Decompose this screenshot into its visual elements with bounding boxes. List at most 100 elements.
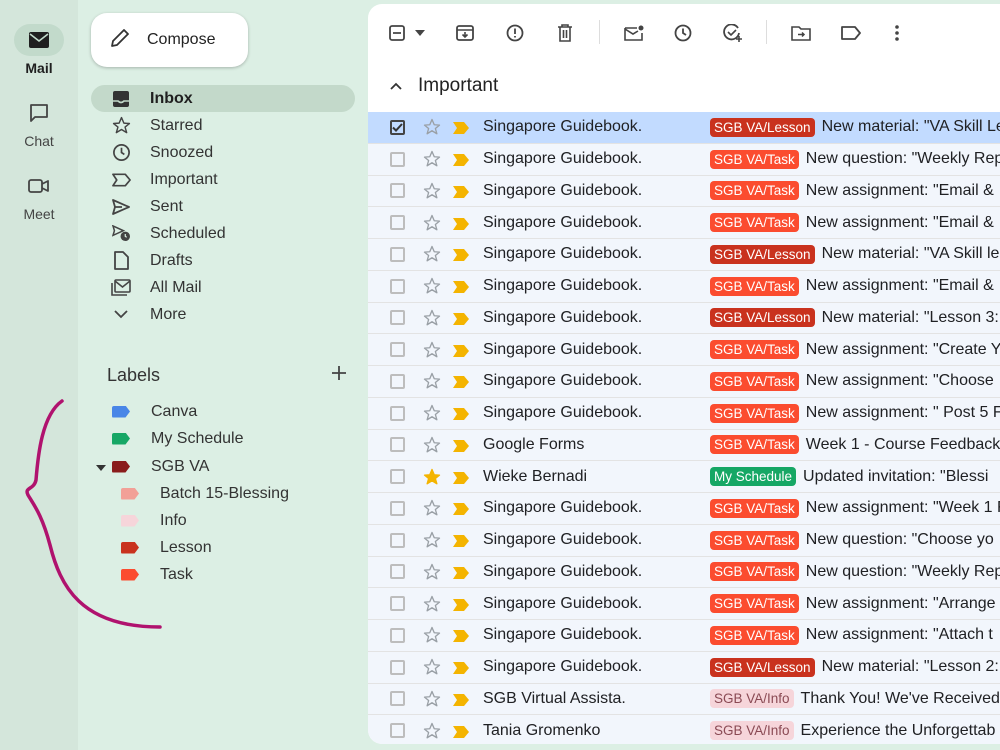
email-row[interactable]: Singapore Guidebook. SGB VA/Lesson New mat… bbox=[368, 239, 1000, 271]
star-icon[interactable] bbox=[423, 690, 441, 708]
star-icon[interactable] bbox=[423, 563, 441, 581]
email-label-chip[interactable]: SGB VA/Task bbox=[710, 594, 799, 614]
rail-mail[interactable]: Mail bbox=[0, 24, 78, 76]
row-checkbox[interactable] bbox=[390, 310, 405, 326]
star-icon[interactable] bbox=[423, 214, 441, 232]
email-label-chip[interactable]: SGB VA/Task bbox=[710, 181, 799, 201]
add-label-icon[interactable] bbox=[331, 365, 347, 386]
email-label-chip[interactable]: SGB VA/Task bbox=[710, 340, 799, 360]
star-icon[interactable] bbox=[423, 658, 441, 676]
important-marker-icon[interactable] bbox=[453, 312, 469, 325]
important-marker-icon[interactable] bbox=[453, 153, 469, 167]
email-label-chip[interactable]: SGB VA/Info bbox=[710, 721, 794, 741]
chevron-up-icon[interactable] bbox=[390, 77, 402, 95]
nav-item-important[interactable]: Important bbox=[91, 166, 355, 193]
star-icon[interactable] bbox=[423, 245, 441, 263]
email-label-chip[interactable]: SGB VA/Lesson bbox=[710, 244, 815, 264]
important-marker-icon[interactable] bbox=[453, 248, 469, 262]
email-row[interactable]: Tania Gromenko SGB VA/Info Experience the … bbox=[368, 715, 1000, 744]
email-label-chip[interactable]: My Schedule bbox=[710, 467, 797, 487]
email-label-chip[interactable]: SGB VA/Lesson bbox=[710, 308, 815, 328]
star-icon[interactable] bbox=[423, 372, 441, 390]
important-marker-icon[interactable] bbox=[453, 185, 469, 198]
report-spam-icon[interactable] bbox=[504, 22, 526, 44]
important-marker-icon[interactable] bbox=[453, 375, 469, 389]
compose-button[interactable]: Compose bbox=[91, 13, 248, 67]
email-label-chip[interactable]: SGB VA/Task bbox=[710, 530, 799, 550]
nav-item-scheduled[interactable]: Scheduled bbox=[91, 220, 355, 247]
row-checkbox[interactable] bbox=[390, 596, 405, 612]
nav-item-inbox[interactable]: Inbox bbox=[91, 85, 355, 112]
star-icon[interactable] bbox=[423, 150, 441, 168]
archive-icon[interactable] bbox=[454, 22, 476, 44]
star-icon[interactable] bbox=[423, 277, 441, 295]
star-icon[interactable] bbox=[423, 118, 441, 136]
delete-icon[interactable] bbox=[554, 22, 576, 44]
star-icon[interactable] bbox=[423, 626, 441, 644]
email-label-chip[interactable]: SGB VA/Lesson bbox=[710, 657, 815, 677]
nav-item-all-mail[interactable]: All Mail bbox=[91, 274, 355, 301]
important-marker-icon[interactable] bbox=[453, 725, 469, 738]
email-row[interactable]: SGB Virtual Assista. SGB VA/Info Thank You… bbox=[368, 683, 1000, 716]
email-label-chip[interactable]: SGB VA/Task bbox=[710, 435, 799, 455]
row-checkbox[interactable] bbox=[390, 215, 405, 231]
important-marker-icon[interactable] bbox=[453, 534, 469, 548]
email-row[interactable]: Singapore Guidebook. SGB VA/Task New quest… bbox=[368, 524, 1000, 557]
row-checkbox[interactable] bbox=[390, 500, 405, 516]
email-label-chip[interactable]: SGB VA/Task bbox=[710, 371, 799, 391]
add-task-icon[interactable] bbox=[722, 22, 744, 44]
email-label-chip[interactable]: SGB VA/Task bbox=[710, 213, 799, 233]
rail-chat[interactable]: Chat bbox=[0, 97, 78, 149]
star-icon[interactable] bbox=[423, 309, 441, 327]
email-row[interactable]: Singapore Guidebook. SGB VA/Task New assig… bbox=[368, 493, 1000, 525]
select-dropdown-icon[interactable] bbox=[409, 22, 431, 44]
row-checkbox[interactable] bbox=[390, 119, 405, 135]
label-icon[interactable] bbox=[840, 22, 862, 44]
important-marker-icon[interactable] bbox=[453, 471, 469, 484]
email-row[interactable]: Singapore Guidebook. SGB VA/Task New assig… bbox=[368, 366, 1000, 398]
nav-item-more[interactable]: More bbox=[91, 301, 355, 328]
important-marker-icon[interactable] bbox=[453, 121, 469, 135]
email-label-chip[interactable]: SGB VA/Task bbox=[710, 625, 799, 645]
row-checkbox[interactable] bbox=[390, 278, 405, 294]
star-icon[interactable] bbox=[423, 436, 441, 454]
important-marker-icon[interactable] bbox=[453, 502, 469, 516]
email-row[interactable]: Singapore Guidebook. SGB VA/Task New quest… bbox=[368, 143, 1000, 176]
row-checkbox[interactable] bbox=[390, 437, 405, 453]
more-vert-icon[interactable] bbox=[886, 22, 908, 44]
email-label-chip[interactable]: SGB VA/Lesson bbox=[710, 117, 815, 137]
star-icon[interactable] bbox=[423, 341, 441, 359]
star-icon[interactable] bbox=[423, 722, 441, 740]
nav-item-drafts[interactable]: Drafts bbox=[91, 247, 355, 274]
email-label-chip[interactable]: SGB VA/Task bbox=[710, 149, 799, 169]
email-row[interactable]: Wieke Bernadi My Schedule Updated invitati… bbox=[368, 461, 1000, 493]
important-marker-icon[interactable] bbox=[453, 598, 469, 611]
row-checkbox[interactable] bbox=[390, 342, 405, 358]
important-marker-icon[interactable] bbox=[453, 693, 469, 706]
row-checkbox[interactable] bbox=[390, 723, 405, 739]
important-marker-icon[interactable] bbox=[453, 280, 469, 294]
rail-meet[interactable]: Meet bbox=[0, 170, 78, 222]
row-checkbox[interactable] bbox=[390, 405, 405, 421]
email-label-chip[interactable]: SGB VA/Task bbox=[710, 276, 799, 296]
important-marker-icon[interactable] bbox=[453, 566, 469, 579]
email-row[interactable]: Singapore Guidebook. SGB VA/Lesson New mat… bbox=[368, 302, 1000, 335]
email-row[interactable]: Singapore Guidebook. SGB VA/Task New assig… bbox=[368, 588, 1000, 620]
email-row[interactable]: Singapore Guidebook. SGB VA/Task New assig… bbox=[368, 620, 1000, 652]
email-label-chip[interactable]: SGB VA/Task bbox=[710, 403, 799, 423]
email-row[interactable]: Singapore Guidebook. SGB VA/Task New assig… bbox=[368, 397, 1000, 430]
nav-item-starred[interactable]: Starred bbox=[91, 112, 355, 139]
mark-unread-icon[interactable] bbox=[623, 22, 645, 44]
email-row[interactable]: Singapore Guidebook. SGB VA/Task New assig… bbox=[368, 175, 1000, 208]
row-checkbox[interactable] bbox=[390, 373, 405, 389]
row-checkbox[interactable] bbox=[390, 659, 405, 675]
section-header-important[interactable]: Important bbox=[368, 70, 498, 102]
star-icon[interactable] bbox=[423, 404, 441, 422]
row-checkbox[interactable] bbox=[390, 564, 405, 580]
row-checkbox[interactable] bbox=[390, 532, 405, 548]
email-label-chip[interactable]: SGB VA/Info bbox=[710, 689, 794, 709]
row-checkbox[interactable] bbox=[390, 151, 405, 167]
row-checkbox[interactable] bbox=[390, 183, 405, 199]
star-icon[interactable] bbox=[423, 468, 441, 486]
star-icon[interactable] bbox=[423, 531, 441, 549]
